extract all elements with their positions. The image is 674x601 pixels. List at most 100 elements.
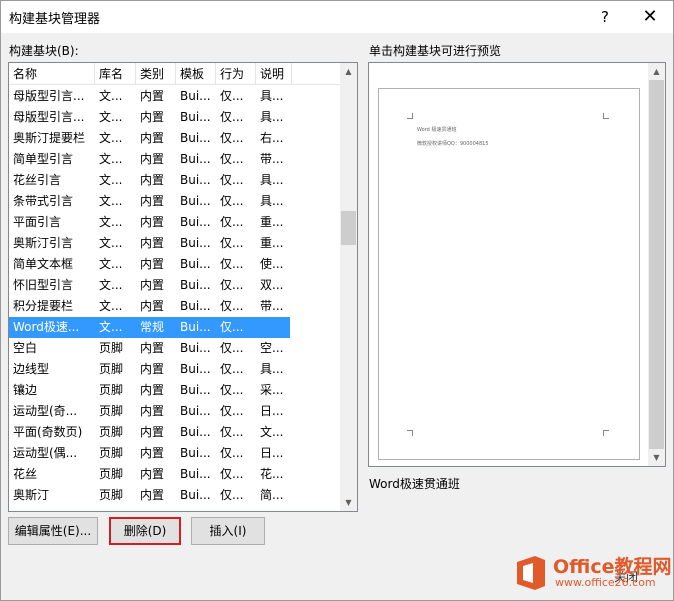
row-name: 怀旧型引言 xyxy=(13,278,74,292)
table-row[interactable]: 边线型 页脚 内置 Bui... 仅... 具... xyxy=(9,359,342,380)
header-description[interactable]: 说明 xyxy=(256,63,292,85)
row-behavior: 仅... xyxy=(220,257,244,271)
row-gallery: 文... xyxy=(99,278,123,292)
row-template: Bui... xyxy=(180,131,211,145)
header-template[interactable]: 模板 xyxy=(176,63,216,85)
row-description: 带... xyxy=(260,152,284,166)
row-description: 花... xyxy=(260,467,284,481)
row-description: 右... xyxy=(260,131,284,145)
row-category: 内置 xyxy=(140,404,165,418)
header-behavior[interactable]: 行为 xyxy=(216,63,256,85)
row-description: 文... xyxy=(260,425,284,439)
building-blocks-list[interactable]: 名称 库名 类别 模板 行为 说明 母版型引言... 文... 内置 Bui... 仅.… xyxy=(8,62,358,512)
row-name: 运动型(奇... xyxy=(13,404,78,418)
row-gallery: 页脚 xyxy=(99,341,124,355)
scroll-down-icon[interactable]: ▼ xyxy=(340,494,357,511)
row-name: 平面(奇数页) xyxy=(13,425,83,439)
row-behavior: 仅... xyxy=(220,320,244,334)
scroll-up-icon[interactable]: ▲ xyxy=(648,63,665,80)
row-gallery: 页脚 xyxy=(99,467,124,481)
table-row[interactable]: 奥斯汀引言 文... 内置 Bui... 仅... 重... xyxy=(9,233,342,254)
table-row[interactable]: 平面引言 文... 内置 Bui... 仅... 重... xyxy=(9,212,342,233)
table-row[interactable]: Word极速... 文... 常规 Bui... 仅... xyxy=(9,317,290,338)
row-name: 简单型引言 xyxy=(13,152,74,166)
row-category: 内置 xyxy=(140,194,165,208)
corner-mark xyxy=(603,430,609,436)
table-row[interactable]: 奥斯汀 页脚 内置 Bui... 仅... 简... xyxy=(9,485,342,506)
row-category: 内置 xyxy=(140,257,165,271)
help-button[interactable]: ? xyxy=(591,5,619,29)
edit-properties-button[interactable]: 编辑属性(E)... xyxy=(8,517,98,545)
row-gallery: 文... xyxy=(99,215,123,229)
row-category: 内置 xyxy=(140,110,165,124)
insert-button[interactable]: 插入(I) xyxy=(191,517,265,545)
watermark: 关闭 Office教程网 www.office26.com xyxy=(513,552,673,598)
row-template: Bui... xyxy=(180,446,211,460)
row-category: 内置 xyxy=(140,89,165,103)
row-template: Bui... xyxy=(180,320,211,334)
row-template: Bui... xyxy=(180,488,211,502)
row-behavior: 仅... xyxy=(220,173,244,187)
row-template: Bui... xyxy=(180,194,211,208)
row-category: 内置 xyxy=(140,488,165,502)
table-row[interactable]: 运动型(奇... 页脚 内置 Bui... 仅... 日... xyxy=(9,401,342,422)
table-row[interactable]: 简单型引言 文... 内置 Bui... 仅... 带... xyxy=(9,149,342,170)
row-category: 内置 xyxy=(140,362,165,376)
row-behavior: 仅... xyxy=(220,194,244,208)
table-row[interactable]: 简单文本框 文... 内置 Bui... 仅... 使... xyxy=(9,254,342,275)
row-template: Bui... xyxy=(180,425,211,439)
table-row[interactable]: 花丝 页脚 内置 Bui... 仅... 花... xyxy=(9,464,342,485)
table-row[interactable]: 空白 页脚 内置 Bui... 仅... 空... xyxy=(9,338,342,359)
row-behavior: 仅... xyxy=(220,488,244,502)
close-button[interactable]: ✕ xyxy=(633,5,667,29)
scroll-thumb[interactable] xyxy=(649,80,664,449)
row-name: Word极速... xyxy=(13,320,80,334)
table-row[interactable]: 平面(奇数页) 页脚 内置 Bui... 仅... 文... xyxy=(9,422,342,443)
header-category[interactable]: 类别 xyxy=(136,63,176,85)
row-category: 内置 xyxy=(140,446,165,460)
row-template: Bui... xyxy=(180,236,211,250)
row-category: 内置 xyxy=(140,131,165,145)
row-category: 内置 xyxy=(140,341,165,355)
table-row[interactable]: 花丝引言 文... 内置 Bui... 仅... 具... xyxy=(9,170,342,191)
list-scrollbar[interactable]: ▲ ▼ xyxy=(340,63,357,511)
table-row[interactable]: 奥斯汀提要栏 文... 内置 Bui... 仅... 右... xyxy=(9,128,342,149)
table-row[interactable]: 镶边 页脚 内置 Bui... 仅... 采... xyxy=(9,380,342,401)
row-description: 使... xyxy=(260,257,284,271)
row-description: 双... xyxy=(260,278,284,292)
header-gallery[interactable]: 库名 xyxy=(95,63,136,85)
table-row[interactable]: 运动型(偶... 页脚 内置 Bui... 仅... 日... xyxy=(9,443,342,464)
row-name: 积分提要栏 xyxy=(13,299,74,313)
row-gallery: 页脚 xyxy=(99,425,124,439)
row-category: 内置 xyxy=(140,173,165,187)
header-name[interactable]: 名称 xyxy=(9,63,95,85)
row-gallery: 文... xyxy=(99,299,123,313)
preview-scrollbar[interactable]: ▲ ▼ xyxy=(648,63,665,466)
row-gallery: 文... xyxy=(99,257,123,271)
scroll-up-icon[interactable]: ▲ xyxy=(340,63,357,80)
row-behavior: 仅... xyxy=(220,236,244,250)
table-row[interactable]: 条带式引言 文... 内置 Bui... 仅... 具... xyxy=(9,191,342,212)
row-gallery: 文... xyxy=(99,320,123,334)
row-category: 内置 xyxy=(140,467,165,481)
preview-label: 单击构建基块可进行预览 xyxy=(369,44,502,58)
row-gallery: 文... xyxy=(99,194,123,208)
scroll-thumb[interactable] xyxy=(341,211,356,245)
row-name: 花丝引言 xyxy=(13,173,62,187)
table-row[interactable]: 母版型引言... 文... 内置 Bui... 仅... 具... xyxy=(9,86,342,107)
office-logo-icon xyxy=(517,556,545,590)
delete-button[interactable]: 删除(D) xyxy=(109,517,181,545)
scroll-down-icon[interactable]: ▼ xyxy=(648,449,665,466)
row-behavior: 仅... xyxy=(220,341,244,355)
row-description xyxy=(256,317,292,338)
row-name: 边线型 xyxy=(13,362,50,376)
row-category: 内置 xyxy=(140,236,165,250)
row-behavior: 仅... xyxy=(220,278,244,292)
table-row[interactable]: 怀旧型引言 文... 内置 Bui... 仅... 双... xyxy=(9,275,342,296)
table-row[interactable]: 积分提要栏 文... 内置 Bui... 仅... 带... xyxy=(9,296,342,317)
row-name: 奥斯汀提要栏 xyxy=(13,131,86,145)
row-gallery: 页脚 xyxy=(99,488,124,502)
row-behavior: 仅... xyxy=(220,131,244,145)
table-row[interactable]: 母版型引言... 文... 内置 Bui... 仅... 具... xyxy=(9,107,342,128)
row-description: 带... xyxy=(260,299,284,313)
